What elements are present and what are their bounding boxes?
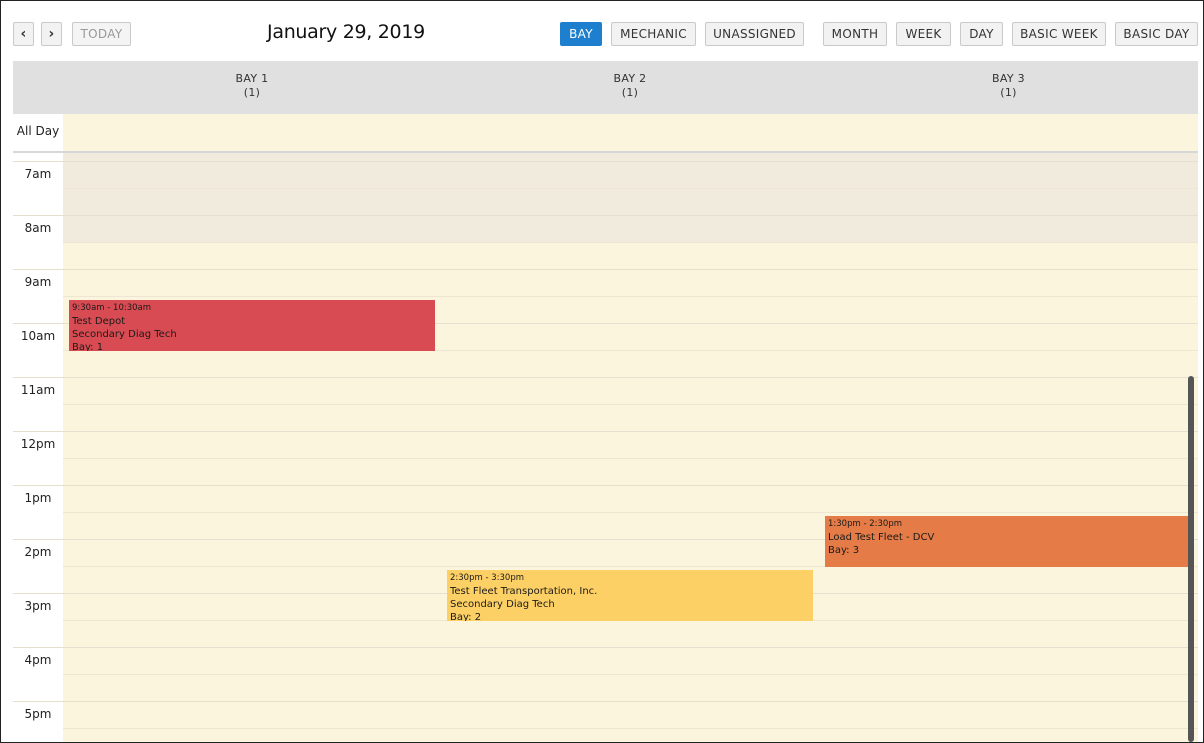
hour-line xyxy=(13,701,1198,702)
hour-label: 10am xyxy=(20,329,56,343)
event-detail: Secondary Diag Tech xyxy=(72,329,177,340)
hour-label: 4pm xyxy=(24,653,52,667)
resource-unassigned-button[interactable]: UNASSIGNED xyxy=(705,22,804,46)
half-hour-line xyxy=(63,512,1198,513)
hour-line xyxy=(13,377,1198,378)
event-time: 2:30pm - 3:30pm xyxy=(450,573,524,583)
all-day-row[interactable]: All Day xyxy=(13,114,1198,151)
chevron-left-icon: ‹ xyxy=(20,26,27,42)
hour-label: 8am xyxy=(24,221,52,235)
event-test-depot[interactable]: 9:30am - 10:30am Test Depot Secondary Di… xyxy=(69,300,435,351)
resource-header: BAY 1 (1) BAY 2 (1) BAY 3 (1) xyxy=(13,61,1198,114)
hour-label: 9am xyxy=(24,275,52,289)
resource-name: BAY 1 xyxy=(235,72,269,85)
hour-label: 1pm xyxy=(24,491,52,505)
hour-label: 2pm xyxy=(24,545,52,559)
hour-line xyxy=(13,161,1198,162)
half-hour-line xyxy=(63,674,1198,675)
hour-line xyxy=(13,215,1198,216)
hour-line xyxy=(13,431,1198,432)
resource-count: (1) xyxy=(1000,86,1017,99)
view-month-button[interactable]: MONTH xyxy=(823,22,887,46)
hour-label: 7am xyxy=(24,167,52,181)
non-business-hours-shade xyxy=(63,153,1198,242)
hour-line xyxy=(13,647,1198,648)
event-test-fleet-transportation[interactable]: 2:30pm - 3:30pm Test Fleet Transportatio… xyxy=(447,570,813,621)
event-load-test-fleet[interactable]: 1:30pm - 2:30pm Load Test Fleet - DCV Ba… xyxy=(825,516,1191,567)
half-hour-line xyxy=(63,404,1198,405)
view-week-button[interactable]: WEEK xyxy=(896,22,951,46)
event-time: 1:30pm - 2:30pm xyxy=(828,519,902,529)
view-basic-week-button[interactable]: BASIC WEEK xyxy=(1012,22,1106,46)
prev-button[interactable]: ‹ xyxy=(13,22,34,46)
vertical-scrollbar[interactable] xyxy=(1188,376,1194,742)
resource-count: (1) xyxy=(621,86,639,99)
half-hour-line xyxy=(63,728,1198,729)
event-bay: Bay: 1 xyxy=(72,342,104,351)
view-basic-day-button[interactable]: BASIC DAY xyxy=(1115,22,1198,46)
resource-mechanic-button[interactable]: MECHANIC xyxy=(611,22,696,46)
view-day-button[interactable]: DAY xyxy=(960,22,1003,46)
chevron-right-icon: › xyxy=(48,26,55,42)
event-time: 9:30am - 10:30am xyxy=(72,303,152,313)
resource-name: BAY 3 xyxy=(992,72,1025,85)
event-title: Load Test Fleet - DCV xyxy=(828,532,935,543)
resource-name: BAY 2 xyxy=(613,72,647,85)
resource-count: (1) xyxy=(243,86,261,99)
half-hour-line xyxy=(63,188,1198,189)
hour-label: 3pm xyxy=(24,599,52,613)
half-hour-line xyxy=(63,296,1198,297)
event-bay: Bay: 2 xyxy=(450,612,482,621)
next-button[interactable]: › xyxy=(41,22,62,46)
event-title: Test Fleet Transportation, Inc. xyxy=(450,586,598,597)
event-detail: Secondary Diag Tech xyxy=(450,599,555,610)
resource-bay-1: BAY 1 (1) xyxy=(63,72,441,100)
half-hour-line xyxy=(63,242,1198,243)
hour-line xyxy=(13,269,1198,270)
time-grid[interactable]: 7am 8am 9am 10am 11am 12pm 1pm 2pm 3pm 4… xyxy=(13,153,1198,742)
resource-bay-2: BAY 2 (1) xyxy=(441,72,819,100)
calendar-title: January 29, 2019 xyxy=(267,21,425,43)
event-bay: Bay: 3 xyxy=(828,545,860,556)
resource-bay-3: BAY 3 (1) xyxy=(819,72,1198,100)
hour-line xyxy=(13,485,1198,486)
event-title: Test Depot xyxy=(72,316,126,327)
hour-label: 5pm xyxy=(24,707,52,721)
all-day-label: All Day xyxy=(16,124,60,138)
today-button[interactable]: TODAY xyxy=(72,22,131,46)
resource-bay-button[interactable]: BAY xyxy=(560,22,602,46)
half-hour-line xyxy=(63,458,1198,459)
calendar-frame: ‹ › TODAY January 29, 2019 BAY MECHANIC … xyxy=(0,0,1204,743)
hour-label: 12pm xyxy=(20,437,56,451)
hour-label: 11am xyxy=(20,383,56,397)
